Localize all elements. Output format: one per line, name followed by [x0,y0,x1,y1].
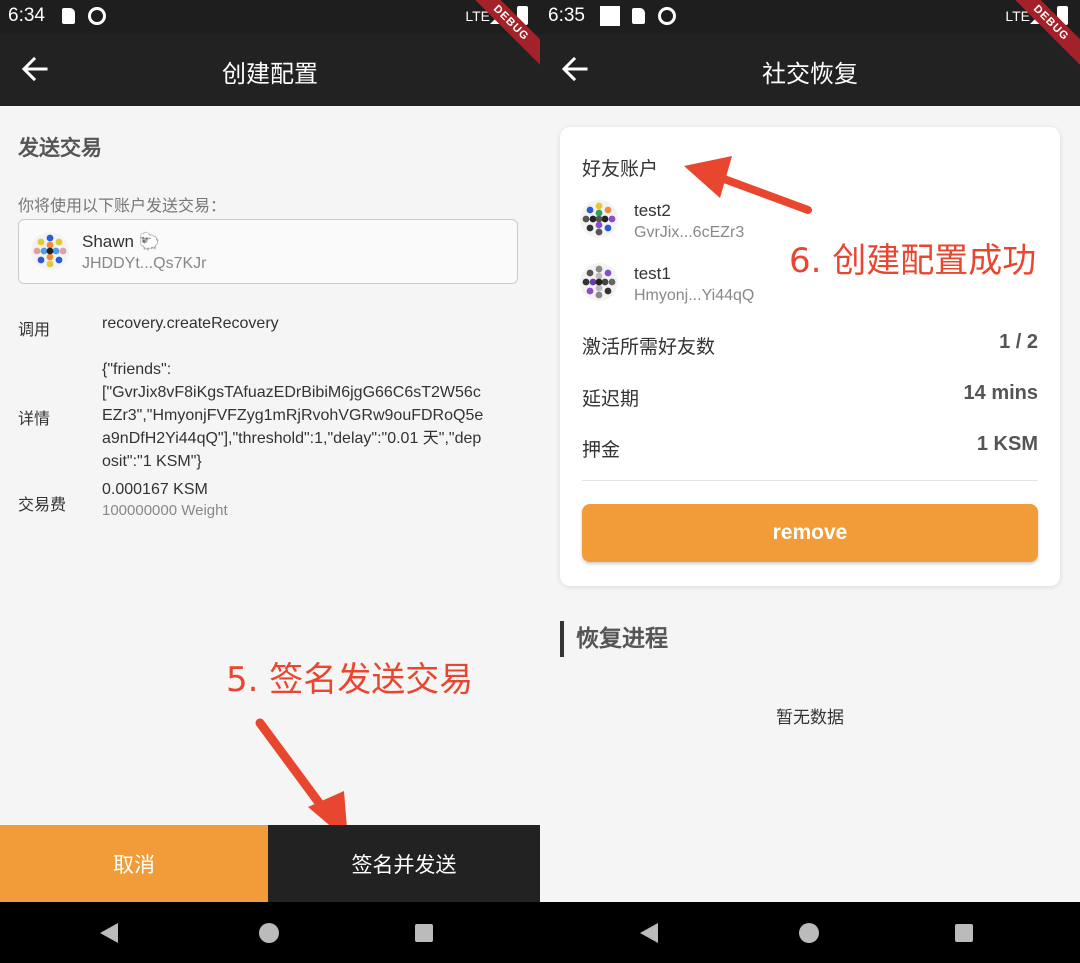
sd-card-icon [632,8,645,24]
sync-icon [88,7,106,25]
nav-home-icon[interactable] [259,923,279,943]
cancel-button[interactable]: 取消 [0,825,268,902]
sender-hint: 你将使用以下账户发送交易： [18,196,227,215]
nav-back-icon[interactable] [640,923,658,943]
status-time: 6:35 [548,5,585,26]
notification-icon [600,6,620,26]
app-bar: 创建配置 [0,34,540,106]
sync-icon [658,7,676,25]
deposit-label: 押金 [582,439,621,461]
call-label: 调用 [18,320,51,339]
account-name: Shawn 🐑 [82,232,160,251]
annotation-arrow-icon [684,156,812,214]
status-bar: 6:34 LTE [0,0,540,34]
nav-home-icon[interactable] [799,923,819,943]
detail-label: 详情 [18,409,51,428]
nav-back-icon[interactable] [100,923,118,943]
deposit-value: 1 KSM [976,433,1038,455]
nav-bar [540,902,1080,963]
recovery-progress-title: 恢复进程 [560,621,668,657]
fee-weight: 100000000 Weight [102,502,228,519]
detail-value: {"friends": ["GvrJix8vF8iKgsTAfuazEDrBib… [102,361,484,470]
call-value: recovery.createRecovery [102,315,279,332]
fee-value: 0.000167 KSM [102,481,208,498]
friend-name: test1 [634,264,671,283]
friend-avatar-icon [580,200,618,238]
threshold-value: 1 / 2 [999,331,1038,353]
nav-recents-icon[interactable] [415,924,433,942]
section-title: 发送交易 [18,136,102,160]
nav-bar [0,902,540,963]
annotation-sign: 5. 签名发送交易 [226,660,474,700]
page-title: 社交恢复 [762,60,858,88]
sign-and-send-button[interactable]: 签名并发送 [268,825,540,902]
friend-name: test2 [634,201,671,220]
page-title: 创建配置 [222,60,318,88]
threshold-label: 激活所需好友数 [582,336,716,358]
screen-create-config: 6:34 LTE 创建配置 DEBUG 发送交易 你将使用以下账户发送交易： S… [0,0,540,963]
delay-label: 延迟期 [582,388,640,410]
sd-card-icon [62,8,75,24]
status-bar: 6:35 LTE [540,0,1080,34]
account-avatar-icon [31,232,69,270]
sender-account[interactable]: Shawn 🐑 JHDDYt...Qs7KJr [18,219,518,284]
account-address: JHDDYt...Qs7KJr [82,255,207,272]
screen-social-recovery: 6:35 LTE 社交恢复 DEBUG 好友账户 test2 GvrJix...… [540,0,1080,963]
fee-label: 交易费 [18,495,67,514]
divider [582,480,1038,481]
friend-address: Hmyonj...Yi44qQ [634,287,755,304]
remove-button[interactable]: remove [582,504,1038,562]
annotation-success: 6. 创建配置成功 [789,241,1037,281]
delay-value: 14 mins [963,382,1038,404]
nav-recents-icon[interactable] [955,924,973,942]
app-bar: 社交恢复 [540,34,1080,106]
status-time: 6:34 [8,5,45,26]
empty-state: 暂无数据 [776,708,844,728]
friends-title: 好友账户 [582,158,659,180]
friend-address: GvrJix...6cEZr3 [634,224,745,241]
friend-avatar-icon [580,263,618,301]
